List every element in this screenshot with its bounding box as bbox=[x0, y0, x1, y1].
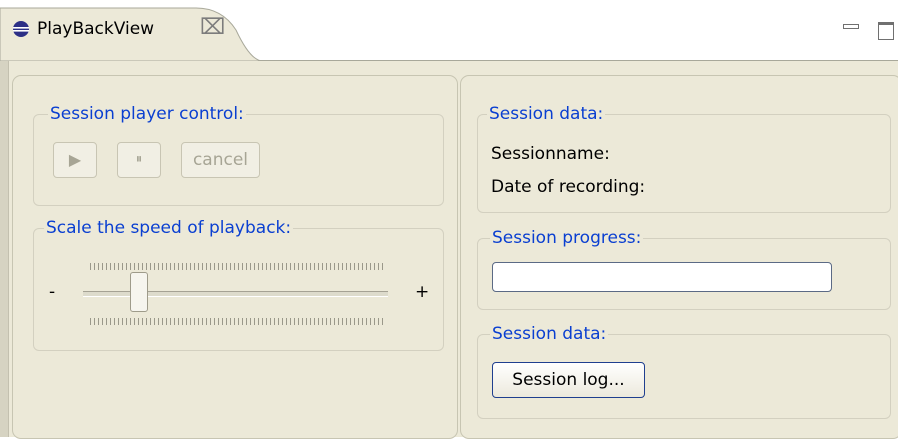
view-tab-bar: PlayBackView ⌧ bbox=[0, 0, 898, 62]
session-progress-legend: Session progress: bbox=[490, 228, 644, 248]
speed-slider-track[interactable] bbox=[83, 291, 388, 297]
pause-button[interactable]: ⏸ bbox=[117, 142, 161, 178]
slider-plus-label: + bbox=[415, 282, 430, 302]
session-log-legend: Session data: bbox=[490, 324, 609, 344]
recording-date-label: Date of recording: bbox=[491, 177, 646, 197]
tab-title[interactable]: PlayBackView bbox=[37, 19, 154, 39]
session-data-legend: Session data: bbox=[487, 104, 606, 124]
maximize-icon[interactable] bbox=[878, 22, 894, 40]
slider-ticks-bottom bbox=[90, 318, 385, 325]
player-control-legend: Session player control: bbox=[48, 104, 246, 124]
pause-icon: ⏸ bbox=[135, 152, 143, 167]
cancel-label: cancel bbox=[192, 150, 249, 170]
eclipse-view-icon bbox=[12, 20, 30, 38]
play-button[interactable]: ▶ bbox=[53, 142, 97, 178]
slider-ticks-top bbox=[90, 263, 385, 270]
cancel-button[interactable]: cancel bbox=[181, 142, 260, 178]
speed-slider-thumb[interactable] bbox=[130, 272, 148, 312]
speed-group bbox=[33, 228, 444, 351]
minimize-icon[interactable] bbox=[843, 24, 859, 29]
session-log-button[interactable]: Session log... bbox=[492, 362, 645, 398]
view-left-border bbox=[0, 61, 9, 437]
speed-legend: Scale the speed of playback: bbox=[44, 218, 294, 238]
close-icon[interactable]: ⌧ bbox=[200, 15, 225, 40]
session-name-label: Sessionname: bbox=[491, 144, 610, 164]
session-progress-bar bbox=[492, 262, 832, 292]
slider-minus-label: - bbox=[49, 282, 56, 302]
play-icon: ▶ bbox=[68, 150, 82, 169]
